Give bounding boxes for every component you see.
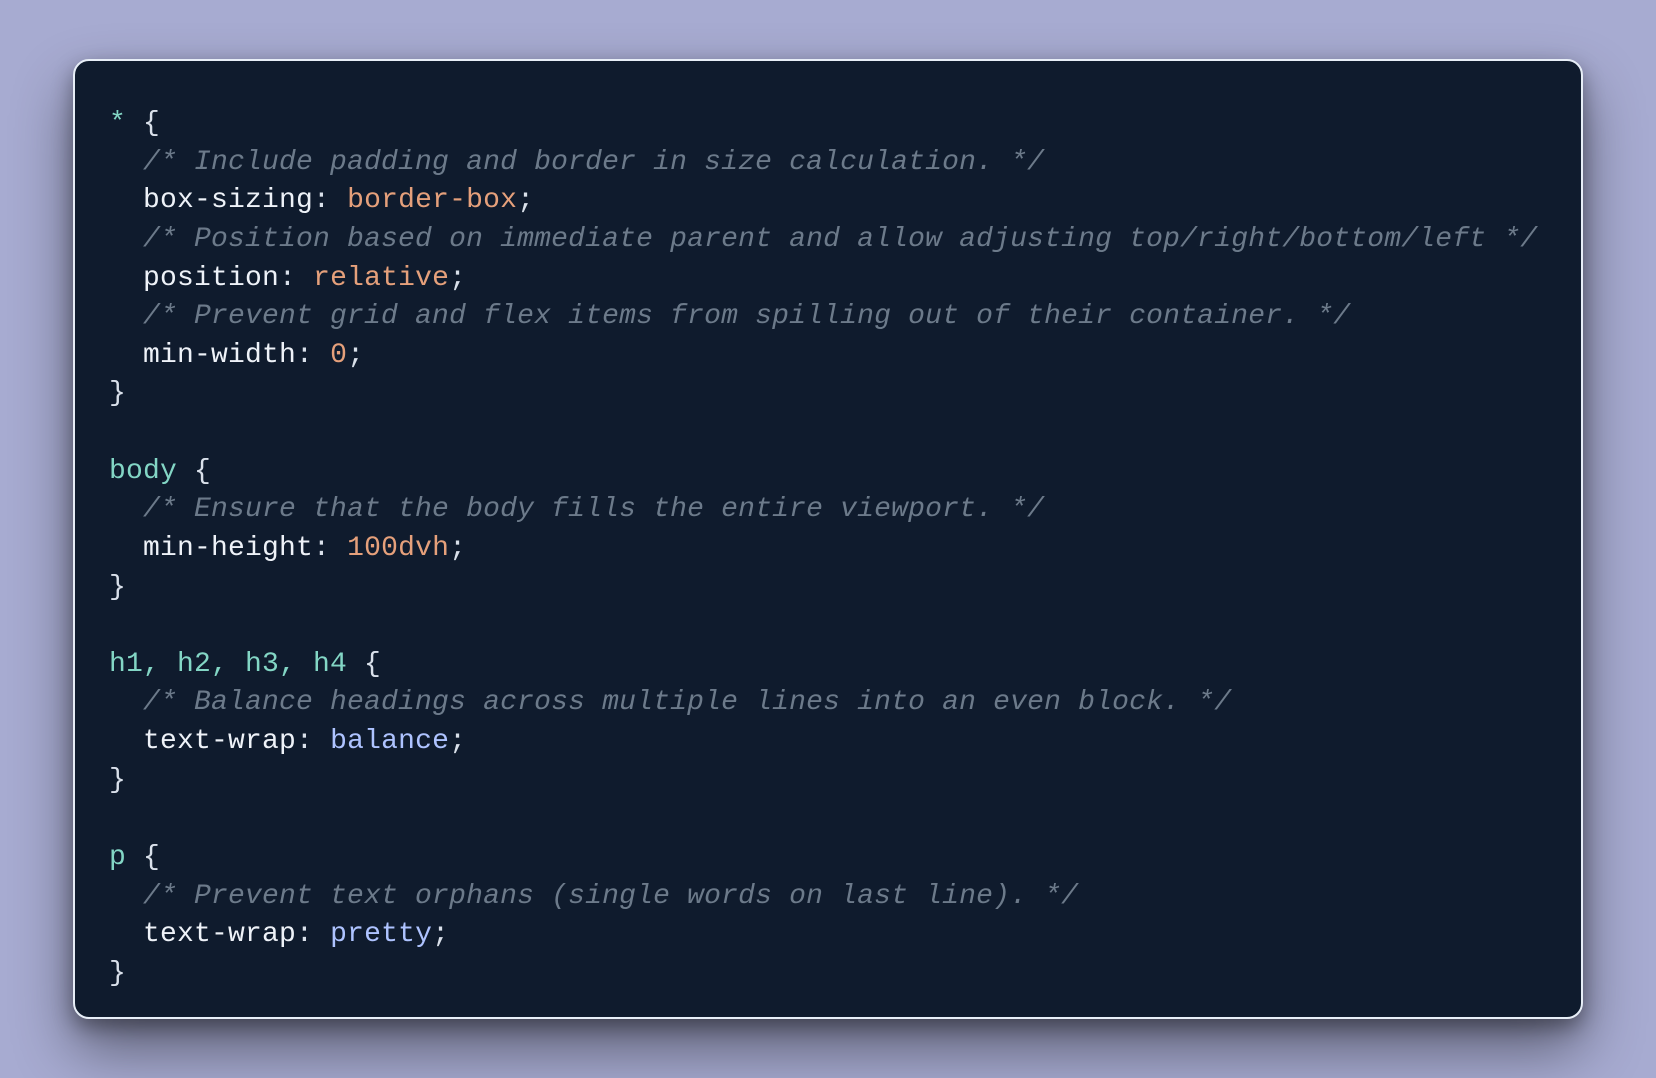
css-selector: p [109,842,126,873]
css-property: text-wrap [143,919,296,950]
css-property: min-height [143,533,313,564]
css-comment: /* Ensure that the body fills the entire… [143,494,1044,525]
code-card: * { /* Include padding and border in siz… [73,59,1583,1019]
css-value: 100dvh [347,533,449,564]
css-selector: h1, h2, h3, h4 [109,649,347,680]
css-value: border-box [347,185,517,216]
css-value: balance [330,726,449,757]
css-value: relative [313,263,449,294]
css-property: min-width [143,340,296,371]
css-comment: /* Prevent text orphans (single words on… [143,881,1078,912]
code-block: * { /* Include padding and border in siz… [109,105,1547,993]
css-value: 0 [330,340,347,371]
css-comment: /* Balance headings across multiple line… [143,687,1231,718]
css-selector: body [109,456,177,487]
css-property: position [143,263,279,294]
css-comment: /* Prevent grid and flex items from spil… [143,301,1350,332]
css-selector: * [109,108,126,139]
css-property: box-sizing [143,185,313,216]
css-property: text-wrap [143,726,296,757]
css-comment: /* Include padding and border in size ca… [143,147,1044,178]
css-comment: /* Position based on immediate parent an… [143,224,1537,255]
css-value: pretty [330,919,432,950]
